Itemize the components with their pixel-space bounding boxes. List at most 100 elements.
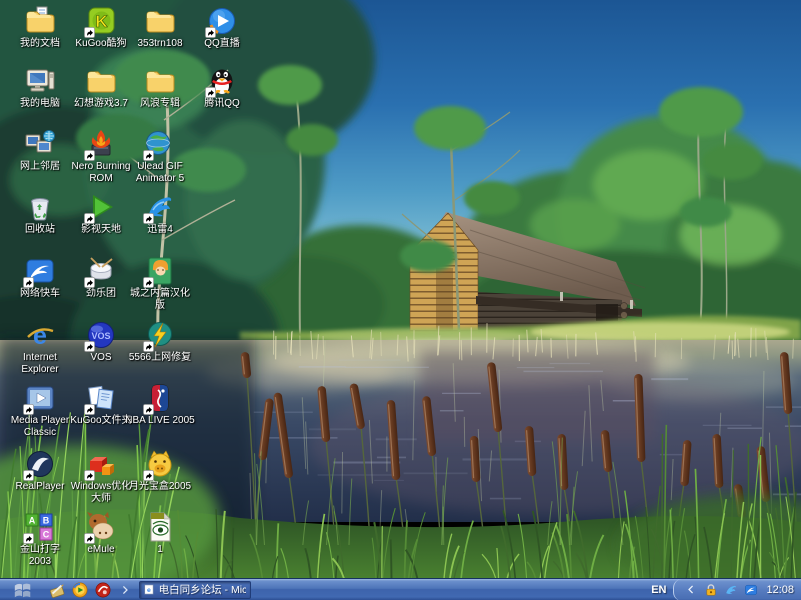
shortcut-arrow-icon xyxy=(84,404,95,415)
ulead-icon xyxy=(144,128,176,160)
desktop-icon-flashget[interactable]: 网络快车 xyxy=(8,255,72,300)
tray-xunlei[interactable] xyxy=(723,582,739,598)
desktop-icon-kugoo-folder[interactable]: KuGoo文件夹 xyxy=(69,382,133,427)
taskbar-right: EN xyxy=(651,579,801,600)
desktop-icon-label: Media Player Classic xyxy=(8,415,72,439)
desktop-icon-label: 1 xyxy=(128,544,192,556)
svg-text:K: K xyxy=(95,12,108,31)
shortcut-arrow-icon xyxy=(205,87,216,98)
desktop-icon-recycle-bin[interactable]: 回收站 xyxy=(8,191,72,236)
taskbar: e 电白同乡论坛 - Micro... EN xyxy=(0,578,801,600)
desktop-icon-o2jam[interactable]: 劲乐团 xyxy=(69,255,133,300)
tray-flashget[interactable] xyxy=(743,582,759,598)
tray-collapse-chevron[interactable] xyxy=(683,582,699,598)
shortcut-arrow-icon xyxy=(143,470,154,481)
desktop-icon-tencent-qq[interactable]: 腾讯QQ xyxy=(190,65,254,110)
folder-icon xyxy=(144,5,176,37)
quicklaunch-realplayer[interactable] xyxy=(94,581,112,599)
desktop-icon-xunlei-4[interactable]: 迅雷4 xyxy=(128,191,192,236)
desktop-icon-jonouchi-patch[interactable]: 城之内篇汉化版 xyxy=(128,255,192,312)
quicklaunch-media-player[interactable] xyxy=(71,581,89,599)
desktop-icon-5566-repair[interactable]: 5566上网修复 xyxy=(128,319,192,364)
ie-icon: e xyxy=(24,319,56,351)
folder-docs-icon xyxy=(24,5,56,37)
shortcut-arrow-icon xyxy=(143,277,154,288)
shortcut-arrow-icon xyxy=(23,404,34,415)
desktop-icon-nba-live-2005[interactable]: NBA LIVE 2005 xyxy=(128,382,192,427)
desktop-icon-label: 353trn108 xyxy=(137,38,182,50)
desktop-icon-file-1[interactable]: 1 xyxy=(128,511,192,556)
desktop-icon-jinshan-typing-2003[interactable]: ABC金山打字 2003 xyxy=(8,511,72,568)
real-icon xyxy=(24,448,56,480)
network-icon xyxy=(24,128,56,160)
clock[interactable]: 12:08 xyxy=(766,584,794,596)
taskbar-window-button[interactable]: e 电白同乡论坛 - Micro... xyxy=(139,581,251,599)
shortcut-arrow-icon xyxy=(143,341,154,352)
tray-lock[interactable] xyxy=(703,582,719,598)
desktop-icon-my-computer[interactable]: 我的电脑 xyxy=(8,65,72,110)
quicklaunch-expand-arrow[interactable] xyxy=(121,584,129,596)
shortcut-arrow-icon xyxy=(84,150,95,161)
desktop-icon-media-player-classic[interactable]: Media Player Classic xyxy=(8,382,72,439)
desktop-icon-label: 迅雷4 xyxy=(128,224,192,236)
start-button[interactable] xyxy=(0,579,40,600)
desktop-icon-vos[interactable]: VOS VOS xyxy=(69,319,133,364)
desktop-icon-network-places[interactable]: 网上邻居 xyxy=(8,128,72,173)
realplayer-icon xyxy=(95,582,111,598)
desktop-icon-movie-world[interactable]: 影视天地 xyxy=(69,191,133,236)
shortcut-arrow-icon xyxy=(23,470,34,481)
shortcut-arrow-icon xyxy=(205,27,216,38)
desktop-icon-windows-youhua-dashi[interactable]: Windows优化大师 xyxy=(69,448,133,505)
desktop-icon-qq-live[interactable]: QQ直播 xyxy=(190,5,254,50)
desktop-icons: 我的文档我的电脑网上邻居回收站网络快车 eInternet Explorer Med… xyxy=(8,0,268,578)
desktop-icon-label: 影视天地 xyxy=(69,224,133,236)
ie-page-icon: e xyxy=(144,583,155,596)
desktop-icon-fantasy-game-37[interactable]: 幻想游戏3.7 xyxy=(69,65,133,110)
desktop-icon-label: 腾讯QQ xyxy=(204,98,240,110)
desktop-icon-353trn108[interactable]: 353trn108 xyxy=(128,5,192,50)
shortcut-arrow-icon xyxy=(84,341,95,352)
desktop-icon-moonlight-box-2005[interactable]: 月光宝盒2005 xyxy=(128,448,192,493)
quicklaunch-show-desktop[interactable] xyxy=(48,581,66,599)
desktop-icon-realplayer[interactable]: RealPlayer xyxy=(8,448,72,493)
desktop-icon-label: 我的电脑 xyxy=(8,98,72,110)
desktop-icon-label: 5566上网修复 xyxy=(129,352,191,364)
emule-icon xyxy=(85,511,117,543)
xunlei-icon xyxy=(724,583,738,597)
desktop-icon-label: 幻想游戏3.7 xyxy=(69,98,133,110)
recycle-icon xyxy=(24,191,56,223)
chevron-left-icon xyxy=(687,584,695,595)
svg-text:B: B xyxy=(43,516,50,526)
desktop-icon-my-documents[interactable]: 我的文档 xyxy=(8,5,72,50)
bolt-icon xyxy=(144,319,176,351)
shortcut-arrow-icon xyxy=(84,470,95,481)
language-indicator[interactable]: EN xyxy=(651,584,666,596)
desktop-icon-label: RealPlayer xyxy=(8,481,72,493)
svg-text:e: e xyxy=(147,587,151,594)
desktop-icon-kugoo[interactable]: KKuGoo酷狗 xyxy=(69,5,133,50)
desktop-icon-label: 月光宝盒2005 xyxy=(129,481,191,493)
desktop-icon-internet-explorer[interactable]: eInternet Explorer xyxy=(8,319,72,376)
desktop-icon-label: 网上邻居 xyxy=(8,161,72,173)
desktop-icon-emule[interactable]: eMule xyxy=(69,511,133,556)
svg-text:C: C xyxy=(43,530,50,540)
desktop-icon-fenglang-album[interactable]: 风浪专辑 xyxy=(128,65,192,110)
shortcut-arrow-icon xyxy=(143,150,154,161)
desktop-icon-label: NBA LIVE 2005 xyxy=(125,415,195,427)
nba-icon xyxy=(144,382,176,414)
desktop-icon-label: QQ直播 xyxy=(204,38,240,50)
flashget-icon xyxy=(24,255,56,287)
vos-icon: VOS xyxy=(85,319,117,351)
shortcut-arrow-icon xyxy=(143,404,154,415)
desktop-icon-label: eMule xyxy=(69,544,133,556)
desktop-icon-label: 回收站 xyxy=(8,224,72,236)
desktop-icon-ulead-gif-animator-5[interactable]: Ulead GIF Animator 5 xyxy=(128,128,192,185)
drum-icon xyxy=(85,255,117,287)
svg-text:VOS: VOS xyxy=(91,331,110,341)
desktop-icon-nero-burning-rom[interactable]: Nero Burning ROM xyxy=(69,128,133,185)
desktop-icon-label: Nero Burning ROM xyxy=(69,161,133,185)
typing-icon: ABC xyxy=(24,511,56,543)
desktop-icon-label: VOS xyxy=(69,352,133,364)
desktop-icon-label: 劲乐团 xyxy=(69,288,133,300)
svg-text:A: A xyxy=(29,516,36,526)
